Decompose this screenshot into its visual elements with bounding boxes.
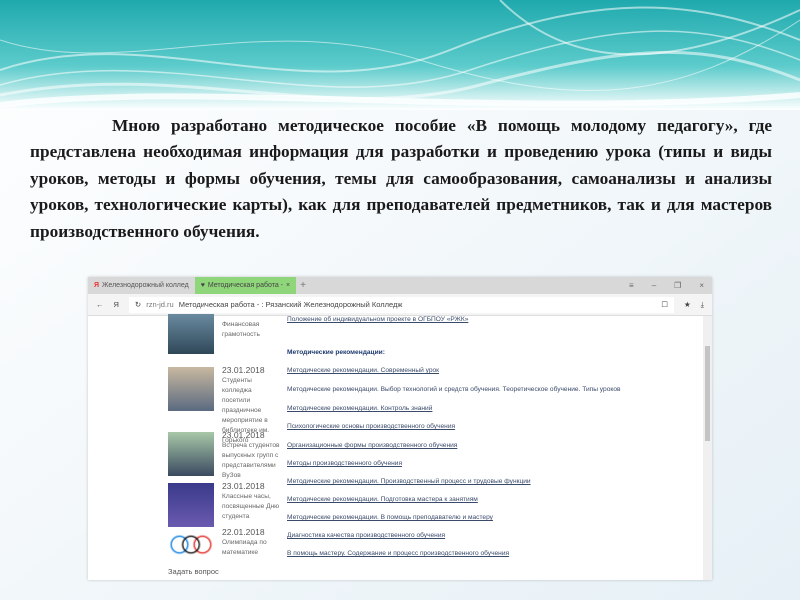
news-item[interactable]: Финансовая грамотность: [168, 314, 298, 354]
news-image: [168, 483, 214, 527]
star-icon[interactable]: ★: [684, 300, 691, 309]
scrollbar[interactable]: [703, 316, 712, 580]
link[interactable]: Диагностика качества производственного о…: [287, 532, 445, 539]
link[interactable]: Методические рекомендации. Производствен…: [287, 478, 531, 485]
yandex-icon: Я: [94, 282, 100, 289]
link[interactable]: Методические рекомендации. Современный у…: [287, 367, 439, 374]
link[interactable]: Методические рекомендации. Выбор техноло…: [287, 386, 621, 393]
close-icon[interactable]: ×: [699, 281, 704, 290]
download-icon[interactable]: ⤓: [701, 300, 704, 310]
page-content: Финансовая грамотность 23.01.2018 Студент…: [88, 314, 712, 580]
new-tab-button[interactable]: +: [300, 280, 306, 291]
link[interactable]: Положение об индивидуальном проекте в ОГ…: [287, 316, 468, 323]
news-image: [168, 314, 214, 354]
reload-icon[interactable]: ↻: [135, 300, 141, 309]
link[interactable]: Методические рекомендации. Подготовка ма…: [287, 496, 478, 503]
address-bar: ← Я ↻ rzn-jd.ru Методическая работа - : …: [88, 294, 712, 316]
slide-paragraph: Мною разработано методическое пособие «В…: [30, 116, 772, 241]
menu-icon[interactable]: ≡: [629, 281, 634, 290]
ask-question-link[interactable]: Задать вопрос: [168, 567, 219, 577]
favicon-icon: ♥: [200, 282, 205, 289]
scrollbar-thumb[interactable]: [705, 346, 710, 441]
minimize-icon[interactable]: –: [652, 281, 656, 290]
news-image: [168, 432, 214, 476]
maximize-icon[interactable]: ❐: [674, 281, 681, 290]
tab-close-icon[interactable]: ×: [286, 282, 290, 289]
news-item[interactable]: 23.01.2018 Встреча студентов выпускных гр…: [168, 430, 298, 481]
link[interactable]: Психологические основы производственного…: [287, 423, 455, 430]
browser-window: Я Железнодорожный коллед ♥ Методическая ра…: [88, 277, 712, 580]
bookmark-icon[interactable]: ☐: [661, 300, 668, 309]
news-item[interactable]: 23.01.2018 Классные часы, посвященные Дню…: [168, 481, 298, 527]
olympiad-image: [168, 531, 214, 565]
tab-bar: Я Железнодорожный коллед ♥ Методическая ра…: [88, 277, 712, 294]
tab-methodical-work[interactable]: ♥ Методическая работа - ×: [194, 277, 297, 294]
link[interactable]: Методические рекомендации. В помощь преп…: [287, 514, 493, 521]
news-image: [168, 367, 214, 411]
tab-college[interactable]: Я Железнодорожный коллед: [88, 277, 195, 294]
yandex-icon[interactable]: Я: [114, 300, 119, 309]
link[interactable]: В помощь мастеру. Содержание и процесс п…: [287, 550, 509, 557]
link[interactable]: Организационные формы производственного …: [287, 442, 457, 449]
link[interactable]: Методы производственного обучения: [287, 460, 402, 467]
url-field[interactable]: ↻ rzn-jd.ru Методическая работа - : Ряза…: [128, 296, 674, 313]
section-heading: Методические рекомендации:: [287, 349, 385, 356]
news-item[interactable]: 22.01.2018 Олимпиада по математике: [168, 527, 298, 565]
link[interactable]: Методические рекомендации. Контроль знан…: [287, 405, 432, 412]
back-icon[interactable]: ←: [96, 300, 104, 309]
